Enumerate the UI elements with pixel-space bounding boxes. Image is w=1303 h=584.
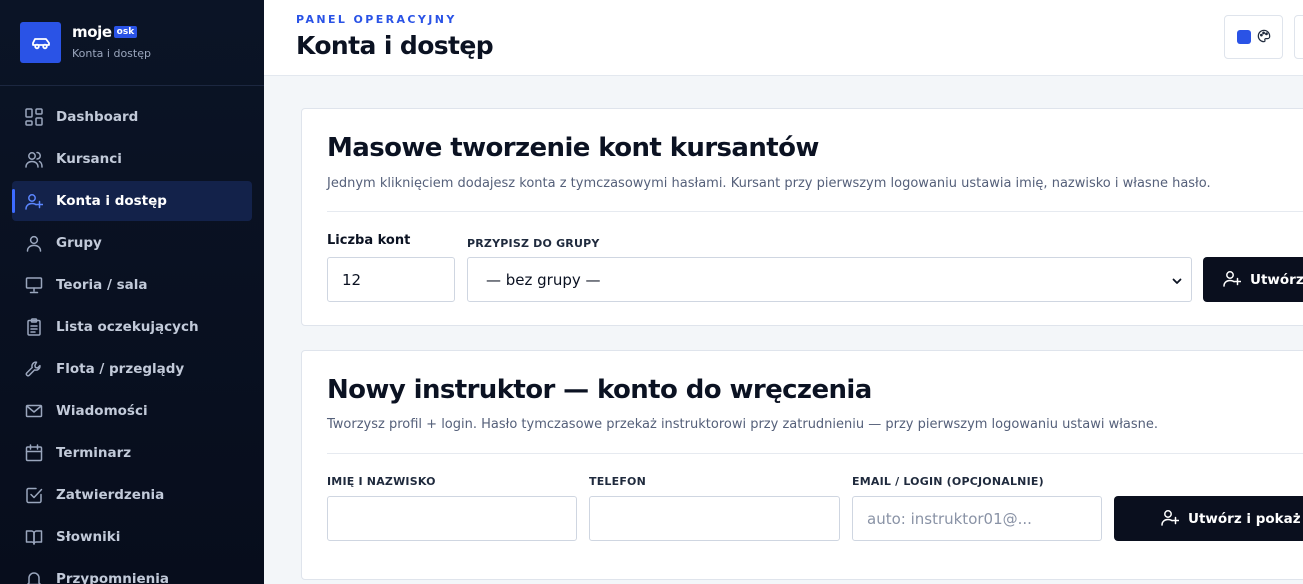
sidebar-item-grupy[interactable]: Grupy xyxy=(12,223,252,263)
clipboard-list-icon xyxy=(24,317,44,337)
sidebar-item-label: Przypomnienia xyxy=(56,571,169,584)
sidebar-item-lista-oczekujacych[interactable]: Lista oczekujących xyxy=(12,307,252,347)
header-action-button[interactable] xyxy=(1294,15,1303,59)
theme-switcher-button[interactable] xyxy=(1224,15,1283,59)
sidebar-item-label: Grupy xyxy=(56,235,102,251)
count-input[interactable]: 12 xyxy=(327,257,455,302)
group-label: PRZYPISZ DO GRUPY xyxy=(467,237,600,250)
check-square-icon xyxy=(24,485,44,505)
sidebar-item-konta-i-dostep[interactable]: Konta i dostęp xyxy=(12,181,252,221)
bulk-create-button[interactable]: Utwórz 1 xyxy=(1203,257,1303,302)
sidebar-nav: Dashboard Kursanci Konta i dostęp Grupy … xyxy=(0,86,264,584)
create-instructor-button[interactable]: Utwórz i pokaż has xyxy=(1114,496,1303,541)
mail-icon xyxy=(24,401,44,421)
bulk-create-description: Jednym kliknięciem dodajesz konta z tymc… xyxy=(327,176,1211,191)
page-header: PANEL OPERACYJNY Konta i dostęp xyxy=(264,0,1303,76)
calendar-icon xyxy=(24,443,44,463)
sidebar-item-flota-przeglady[interactable]: Flota / przeglądy xyxy=(12,349,252,389)
bell-icon xyxy=(24,569,44,584)
phone-label: TELEFON xyxy=(589,475,647,488)
sidebar-item-slowniki[interactable]: Słowniki xyxy=(12,517,252,557)
sidebar: moje osk Konta i dostęp Dashboard Kursanc… xyxy=(0,0,264,584)
brand-name: moje osk xyxy=(72,23,151,41)
bulk-create-button-label: Utwórz 1 xyxy=(1250,271,1303,288)
sidebar-item-label: Teoria / sala xyxy=(56,277,148,293)
count-label: Liczba kont xyxy=(327,233,411,248)
sidebar-item-zatwierdzenia[interactable]: Zatwierdzenia xyxy=(12,475,252,515)
divider xyxy=(327,453,1303,454)
sidebar-item-teoria-sala[interactable]: Teoria / sala xyxy=(12,265,252,305)
email-input[interactable]: auto: instruktor01@... xyxy=(852,496,1102,541)
divider xyxy=(327,211,1303,212)
sidebar-item-label: Terminarz xyxy=(56,445,132,461)
brand[interactable]: moje osk Konta i dostęp xyxy=(0,0,264,86)
group-select-value: — bez grupy — xyxy=(486,270,601,289)
wrench-icon xyxy=(24,359,44,379)
bulk-create-card: Masowe tworzenie kont kursantów Jednym k… xyxy=(301,108,1303,326)
new-instructor-card: Nowy instruktor — konto do wręczenia Two… xyxy=(301,350,1303,580)
sidebar-item-przypomnienia[interactable]: Przypomnienia xyxy=(12,559,252,584)
user-plus-icon xyxy=(1161,508,1180,530)
name-label: IMIĘ I NAZWISKO xyxy=(327,475,436,488)
user-plus-icon xyxy=(24,191,44,211)
sidebar-item-label: Kursanci xyxy=(56,151,122,167)
user-icon xyxy=(24,233,44,253)
group-select[interactable]: — bez grupy — xyxy=(467,257,1192,302)
sidebar-item-label: Lista oczekujących xyxy=(56,319,199,335)
phone-input[interactable] xyxy=(589,496,840,541)
email-label: EMAIL / LOGIN (OPCJONALNIE) xyxy=(852,475,1044,488)
page-title: Konta i dostęp xyxy=(296,31,494,60)
sidebar-item-label: Wiadomości xyxy=(56,403,148,419)
presentation-icon xyxy=(24,275,44,295)
sidebar-item-label: Konta i dostęp xyxy=(56,193,167,209)
sidebar-item-terminarz[interactable]: Terminarz xyxy=(12,433,252,473)
sidebar-item-label: Zatwierdzenia xyxy=(56,487,165,503)
dashboard-icon xyxy=(24,107,44,127)
sidebar-item-label: Dashboard xyxy=(56,109,139,125)
chevron-down-icon xyxy=(1171,273,1183,291)
new-instructor-title: Nowy instruktor — konto do wręczenia xyxy=(327,375,872,405)
palette-icon xyxy=(1257,28,1271,47)
create-instructor-button-label: Utwórz i pokaż has xyxy=(1188,510,1303,527)
car-icon xyxy=(20,22,61,63)
brand-badge: osk xyxy=(113,26,138,38)
sidebar-item-label: Słowniki xyxy=(56,529,121,545)
users-icon xyxy=(24,149,44,169)
sidebar-item-kursanci[interactable]: Kursanci xyxy=(12,139,252,179)
user-plus-icon xyxy=(1223,269,1242,291)
new-instructor-description: Tworzysz profil + login. Hasło tymczasow… xyxy=(327,417,1159,432)
name-input[interactable] xyxy=(327,496,577,541)
sidebar-item-label: Flota / przeglądy xyxy=(56,361,185,377)
brand-subtitle: Konta i dostęp xyxy=(72,47,151,60)
page-eyebrow: PANEL OPERACYJNY xyxy=(296,13,457,26)
bulk-create-title: Masowe tworzenie kont kursantów xyxy=(327,133,819,163)
sidebar-item-wiadomosci[interactable]: Wiadomości xyxy=(12,391,252,431)
sidebar-item-dashboard[interactable]: Dashboard xyxy=(12,97,252,137)
accent-color-swatch xyxy=(1236,30,1251,44)
book-icon xyxy=(24,527,44,547)
